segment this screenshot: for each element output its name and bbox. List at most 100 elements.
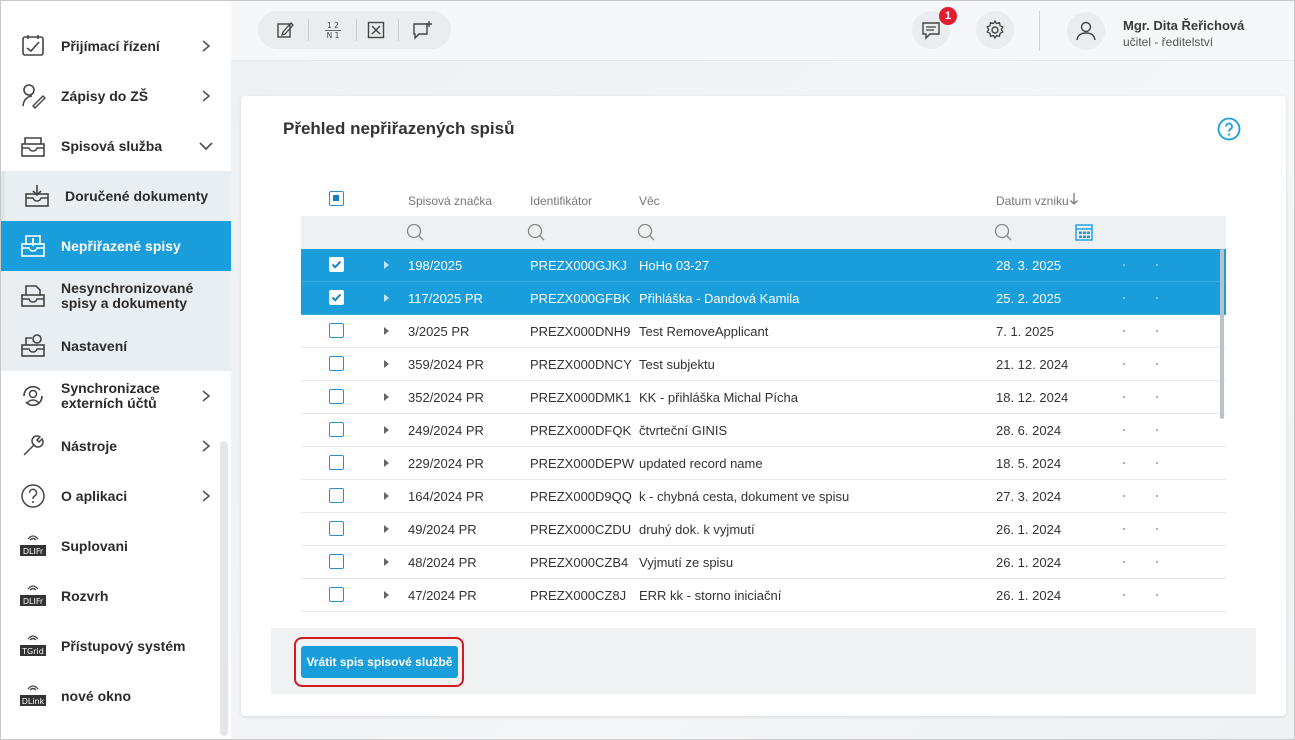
table-row[interactable]: 359/2024 PR PREZX000DNCY Test subjektu 21. … bbox=[301, 348, 1226, 381]
numbering-button[interactable]: 1 2 N 1 bbox=[320, 17, 346, 43]
sidebar-item-records-service[interactable]: Spisová služba bbox=[1, 121, 231, 171]
search-icon[interactable] bbox=[526, 222, 546, 242]
gear-icon bbox=[986, 19, 1004, 40]
row-dot bbox=[1156, 363, 1158, 365]
cell-subject: druhý dok. k vyjmutí bbox=[639, 522, 755, 537]
table-row[interactable]: 164/2024 PR PREZX000D9QQ k - chybná cesta,… bbox=[301, 480, 1226, 513]
sidebar-item-settings[interactable]: Nastavení bbox=[1, 321, 231, 371]
sidebar-item-access-system[interactable]: TGrid Přístupový systém bbox=[1, 621, 231, 671]
expand-arrow-icon[interactable] bbox=[384, 492, 389, 500]
sidebar-item-unsynced-files[interactable]: Nesynchronizované spisy a dokumenty bbox=[1, 271, 231, 321]
sidebar-item-tools[interactable]: Nástroje bbox=[1, 421, 231, 471]
sidebar-item-rozvrh[interactable]: DLIFr Rozvrh bbox=[1, 571, 231, 621]
cell-identifier: PREZX000CZDU bbox=[530, 522, 632, 537]
row-dot bbox=[1156, 594, 1158, 596]
table-row[interactable]: 352/2024 PR PREZX000DMK1 KK - přihláška Mi… bbox=[301, 381, 1226, 414]
sidebar-item-sync-accounts[interactable]: Synchronizace externích účtů bbox=[1, 371, 231, 421]
cell-file-mark: 47/2024 PR bbox=[408, 588, 477, 603]
calendar-icon[interactable] bbox=[1074, 222, 1094, 242]
expand-arrow-icon[interactable] bbox=[384, 459, 389, 467]
dlifr-plugin-icon: DLIFr bbox=[18, 531, 48, 561]
row-dot bbox=[1123, 561, 1125, 563]
sidebar-item-new-window[interactable]: DLink nové okno bbox=[1, 671, 231, 721]
row-dot bbox=[1123, 396, 1125, 398]
row-checkbox[interactable] bbox=[329, 521, 344, 536]
toolbar-divider bbox=[308, 19, 309, 41]
cell-subject: ERR kk - storno iniciační bbox=[639, 588, 782, 603]
table-row[interactable]: 49/2024 PR PREZX000CZDU druhý dok. k vyjmu… bbox=[301, 513, 1226, 546]
edit-button[interactable] bbox=[272, 17, 298, 43]
column-header-file-mark[interactable]: Spisová značka bbox=[408, 194, 492, 208]
add-comment-button[interactable] bbox=[410, 17, 436, 43]
row-checkbox[interactable] bbox=[329, 356, 344, 371]
sidebar-item-suplovani[interactable]: DLIFr Suplovani bbox=[1, 521, 231, 571]
row-checkbox[interactable] bbox=[329, 422, 344, 437]
sidebar-item-label: Zápisy do ZŠ bbox=[61, 87, 149, 104]
cell-file-mark: 117/2025 PR bbox=[408, 291, 483, 306]
wrench-icon bbox=[18, 431, 48, 461]
expand-arrow-icon[interactable] bbox=[384, 525, 389, 533]
sidebar-scrollbar[interactable] bbox=[220, 441, 228, 736]
column-header-created[interactable]: Datum vzniku bbox=[996, 194, 1069, 208]
search-icon[interactable] bbox=[993, 222, 1013, 242]
row-checkbox[interactable] bbox=[329, 389, 344, 404]
enrollment-icon bbox=[18, 81, 48, 111]
cell-identifier: PREZX000DMK1 bbox=[530, 390, 632, 405]
cell-subject: Přihláška - Dandová Kamila bbox=[639, 291, 800, 306]
sort-desc-icon[interactable] bbox=[1069, 192, 1079, 206]
topbar: 1 2 N 1 1 Mgr. Dita Řeřichová učitel - ř… bbox=[231, 1, 1294, 61]
row-checkbox[interactable] bbox=[329, 257, 344, 272]
close-box-button[interactable] bbox=[363, 17, 389, 43]
settings-tray-icon bbox=[18, 331, 48, 361]
help-icon[interactable] bbox=[1217, 117, 1241, 141]
table-row[interactable]: 3/2025 PR PREZX000DNH9 Test RemoveApplican… bbox=[301, 315, 1226, 348]
column-header-subject[interactable]: Věc bbox=[639, 194, 660, 208]
table-row[interactable]: 117/2025 PR PREZX000GFBK Přihláška - Dando… bbox=[301, 282, 1226, 315]
table-row[interactable]: 47/2024 PR PREZX000CZ8J ERR kk - storno in… bbox=[301, 579, 1226, 612]
table-row[interactable]: 249/2024 PR PREZX000DFQK čtvrteční GINIS 28… bbox=[301, 414, 1226, 447]
svg-text:1 2: 1 2 bbox=[327, 21, 339, 30]
cell-file-mark: 49/2024 PR bbox=[408, 522, 477, 537]
row-dot bbox=[1123, 264, 1125, 266]
row-checkbox[interactable] bbox=[329, 587, 344, 602]
cell-subject: HoHo 03-27 bbox=[639, 258, 710, 273]
table-scrollbar[interactable] bbox=[1220, 249, 1224, 419]
user-name[interactable]: Mgr. Dita Řeřichová bbox=[1123, 18, 1244, 33]
expand-arrow-icon[interactable] bbox=[384, 558, 389, 566]
sidebar-item-admission[interactable]: Přijímací řízení bbox=[1, 21, 231, 71]
expand-arrow-icon[interactable] bbox=[384, 294, 389, 302]
sidebar-item-label: Nepřiřazené spisy bbox=[61, 237, 181, 254]
table-row[interactable]: 48/2024 PR PREZX000CZB4 Vyjmutí ze spisu 26… bbox=[301, 546, 1226, 579]
row-checkbox[interactable] bbox=[329, 323, 344, 338]
unassigned-files-panel: Přehled nepřiřazených spisů Spisová znač… bbox=[241, 96, 1286, 716]
avatar[interactable] bbox=[1067, 12, 1105, 50]
row-checkbox[interactable] bbox=[329, 554, 344, 569]
settings-button[interactable] bbox=[976, 11, 1014, 49]
sidebar-item-enrollment[interactable]: Zápisy do ZŠ bbox=[1, 71, 231, 121]
select-all-checkbox[interactable] bbox=[329, 191, 344, 206]
search-icon[interactable] bbox=[405, 222, 425, 242]
expand-arrow-icon[interactable] bbox=[384, 327, 389, 335]
row-dot bbox=[1156, 396, 1158, 398]
table-row[interactable]: 198/2025 PREZX000GJKJ HoHo 03-27 28. 3. 202… bbox=[301, 249, 1226, 282]
search-icon[interactable] bbox=[636, 222, 656, 242]
table-row[interactable]: 229/2024 PR PREZX000DEPW updated record na… bbox=[301, 447, 1226, 480]
unassigned-files-icon bbox=[18, 231, 48, 261]
row-checkbox[interactable] bbox=[329, 488, 344, 503]
expand-arrow-icon[interactable] bbox=[384, 426, 389, 434]
column-header-identifier[interactable]: Identifikátor bbox=[530, 194, 592, 208]
expand-arrow-icon[interactable] bbox=[384, 360, 389, 368]
row-checkbox[interactable] bbox=[329, 455, 344, 470]
sidebar-item-about[interactable]: O aplikaci bbox=[1, 471, 231, 521]
sidebar-item-label: Přístupový systém bbox=[61, 637, 186, 654]
records-service-icon bbox=[18, 131, 48, 161]
expand-arrow-icon[interactable] bbox=[384, 591, 389, 599]
user-icon bbox=[1076, 21, 1096, 41]
return-to-records-service-button[interactable]: Vrátit spis spisové službě bbox=[301, 646, 458, 678]
row-checkbox[interactable] bbox=[329, 290, 344, 305]
expand-arrow-icon[interactable] bbox=[384, 393, 389, 401]
expand-arrow-icon[interactable] bbox=[384, 261, 389, 269]
sidebar-item-received-documents[interactable]: Doručené dokumenty bbox=[1, 171, 231, 221]
sidebar-item-unassigned-files[interactable]: Nepřiřazené spisy bbox=[1, 221, 231, 271]
edit-icon bbox=[277, 22, 294, 38]
